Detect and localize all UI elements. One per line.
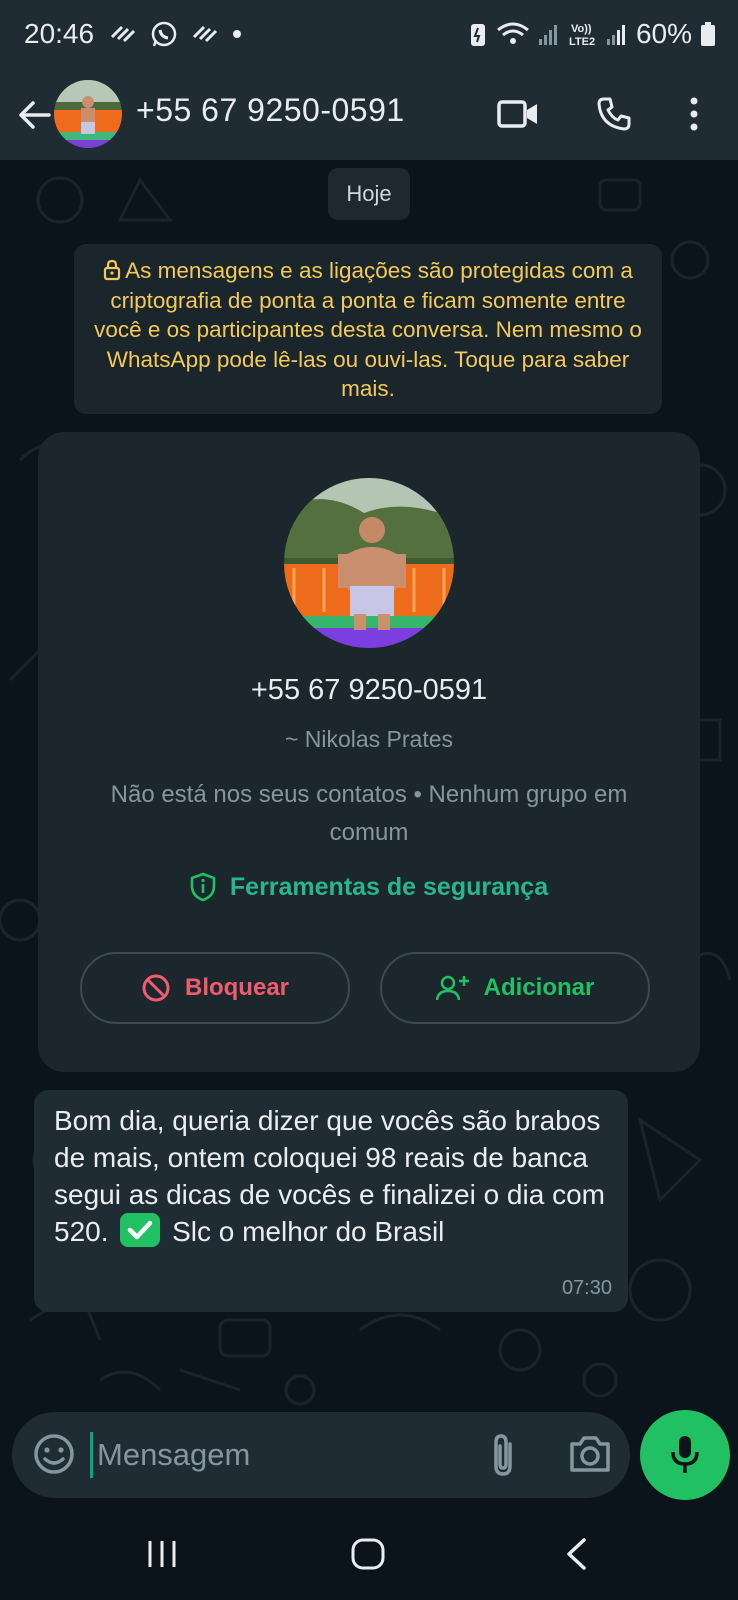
- volte-icon: Vo))LTE2: [569, 23, 595, 48]
- check-mark-emoji-icon: [120, 1213, 161, 1247]
- phone-icon: [597, 97, 631, 131]
- block-button[interactable]: Bloquear: [80, 952, 350, 1024]
- battery-icon: [701, 22, 715, 46]
- notification-icon: [110, 25, 136, 43]
- arrow-back-icon: [19, 101, 51, 129]
- wifi-icon: [497, 22, 529, 44]
- block-icon: [142, 974, 170, 1002]
- status-system-icons: Vo)) LTE2 60%: [468, 18, 716, 50]
- contact-avatar[interactable]: [54, 80, 122, 148]
- chevron-left-icon: [567, 1538, 586, 1570]
- unknown-contact-card: +55 67 9250-0591 ~ Nikolas Prates Não es…: [38, 432, 700, 1072]
- date-chip: Hoje: [328, 168, 410, 220]
- signal-icon: [606, 25, 625, 45]
- security-tools-label: Ferramentas de segurança: [229, 872, 549, 901]
- dot-icon: [233, 30, 241, 38]
- emoji-icon: [34, 1434, 74, 1474]
- camera-icon: [570, 1436, 610, 1472]
- block-label: Bloquear: [184, 974, 289, 1001]
- emoji-button[interactable]: [30, 1430, 78, 1478]
- attach-button[interactable]: [482, 1432, 526, 1480]
- security-tools-link[interactable]: Ferramentas de segurança: [38, 872, 700, 902]
- message-text: Bom dia, queria dizer que vocês são brab…: [54, 1102, 608, 1250]
- avatar-photo: [54, 80, 122, 148]
- encryption-notice[interactable]: As mensagens e as ligações são protegida…: [74, 244, 662, 414]
- signal-icon: [538, 25, 557, 45]
- contact-phone: +55 67 9250-0591: [250, 674, 488, 706]
- status-notification-icons: [110, 20, 242, 48]
- svg-text:LTE2: LTE2: [569, 36, 595, 48]
- incoming-message[interactable]: Bom dia, queria dizer que vocês são brab…: [34, 1090, 628, 1312]
- recent-apps-icon: [148, 1541, 176, 1567]
- lock-icon: [103, 259, 121, 281]
- message-input[interactable]: Mensagem: [90, 1432, 397, 1478]
- home-button[interactable]: [338, 1530, 398, 1578]
- person-add-icon: [435, 975, 469, 1001]
- chat-header: +55 67 9250-0591: [0, 70, 738, 160]
- status-time: 20:46: [24, 18, 95, 49]
- notification-icon: [192, 25, 218, 43]
- contact-title[interactable]: +55 67 9250-0591: [136, 92, 405, 129]
- status-bar: 20:46 Vo)) LTE2 60%: [0, 0, 738, 70]
- svg-text:Vo)): Vo)): [571, 23, 592, 35]
- add-contact-label: Adicionar: [483, 974, 595, 1001]
- avatar-photo: [284, 478, 454, 648]
- microphone-icon: [671, 1436, 699, 1473]
- message-text-part: Slc o melhor do Brasil: [172, 1216, 445, 1247]
- more-vert-icon: [690, 97, 698, 131]
- paperclip-icon: [494, 1434, 512, 1476]
- camera-button[interactable]: [566, 1430, 614, 1478]
- contact-info: Não está nos seus contatos • Nenhum grup…: [110, 781, 628, 846]
- back-button[interactable]: [14, 92, 54, 138]
- more-options-button[interactable]: [670, 90, 718, 138]
- shield-info-icon: [190, 872, 216, 902]
- system-navigation-bar: [0, 1500, 738, 1600]
- message-input-bar: Mensagem: [12, 1412, 630, 1498]
- contact-card-avatar[interactable]: [284, 478, 454, 648]
- contact-push-name: ~ Nikolas Prates: [284, 726, 454, 752]
- whatsapp-icon: [151, 21, 177, 47]
- battery-level: 60%: [635, 18, 692, 49]
- home-icon: [351, 1538, 385, 1570]
- recent-apps-button[interactable]: [132, 1530, 192, 1578]
- voice-call-button[interactable]: [590, 90, 638, 138]
- video-call-button[interactable]: [494, 90, 542, 138]
- back-nav-button[interactable]: [546, 1530, 606, 1578]
- encryption-notice-text: As mensagens e as ligações são protegida…: [94, 258, 642, 401]
- voice-message-button[interactable]: [640, 1410, 730, 1500]
- message-time: 07:30: [561, 1277, 612, 1299]
- video-call-icon: [497, 100, 537, 128]
- battery-saver-icon: [470, 24, 485, 46]
- add-contact-button[interactable]: Adicionar: [380, 952, 650, 1024]
